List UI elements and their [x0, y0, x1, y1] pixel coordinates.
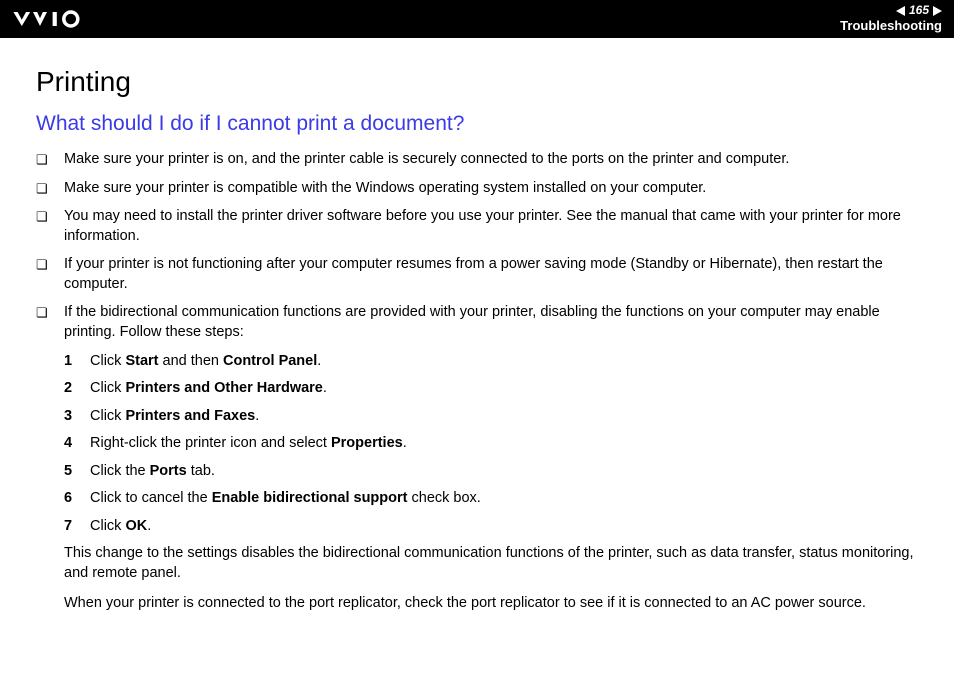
steps-list: 1Click Start and then Control Panel. 2Cl…: [64, 352, 918, 537]
step-item: 4Right-click the printer icon and select…: [64, 434, 918, 454]
section-label: Troubleshooting: [840, 18, 942, 35]
list-item: ❏If the bidirectional communication func…: [36, 303, 918, 342]
bullet-list: ❏Make sure your printer is on, and the p…: [36, 150, 918, 343]
list-item: ❏Make sure your printer is compatible wi…: [36, 179, 918, 199]
step-item: 2Click Printers and Other Hardware.: [64, 379, 918, 399]
closing-paragraph: This change to the settings disables the…: [64, 544, 918, 583]
page-subtitle: What should I do if I cannot print a doc…: [36, 112, 918, 136]
square-bullet-icon: ❏: [36, 255, 64, 274]
header-right: 165 Troubleshooting: [840, 3, 942, 35]
step-item: 1Click Start and then Control Panel.: [64, 352, 918, 372]
list-item: ❏If your printer is not functioning afte…: [36, 255, 918, 294]
page-content: Printing What should I do if I cannot pr…: [0, 38, 954, 643]
prev-page-arrow-icon[interactable]: [896, 6, 905, 16]
page-header: 165 Troubleshooting: [0, 0, 954, 38]
step-item: 7Click OK.: [64, 517, 918, 537]
square-bullet-icon: ❏: [36, 303, 64, 322]
square-bullet-icon: ❏: [36, 150, 64, 169]
vaio-logo: [12, 9, 110, 29]
page-nav: 165: [840, 3, 942, 19]
list-item: ❏You may need to install the printer dri…: [36, 207, 918, 246]
list-item: ❏Make sure your printer is on, and the p…: [36, 150, 918, 170]
closing-paragraph: When your printer is connected to the po…: [64, 594, 918, 614]
next-page-arrow-icon[interactable]: [933, 6, 942, 16]
page-title: Printing: [36, 66, 918, 98]
square-bullet-icon: ❏: [36, 207, 64, 226]
step-item: 3Click Printers and Faxes.: [64, 407, 918, 427]
square-bullet-icon: ❏: [36, 179, 64, 198]
page-number: 165: [909, 3, 929, 19]
step-item: 6Click to cancel the Enable bidirectiona…: [64, 489, 918, 509]
step-item: 5Click the Ports tab.: [64, 462, 918, 482]
